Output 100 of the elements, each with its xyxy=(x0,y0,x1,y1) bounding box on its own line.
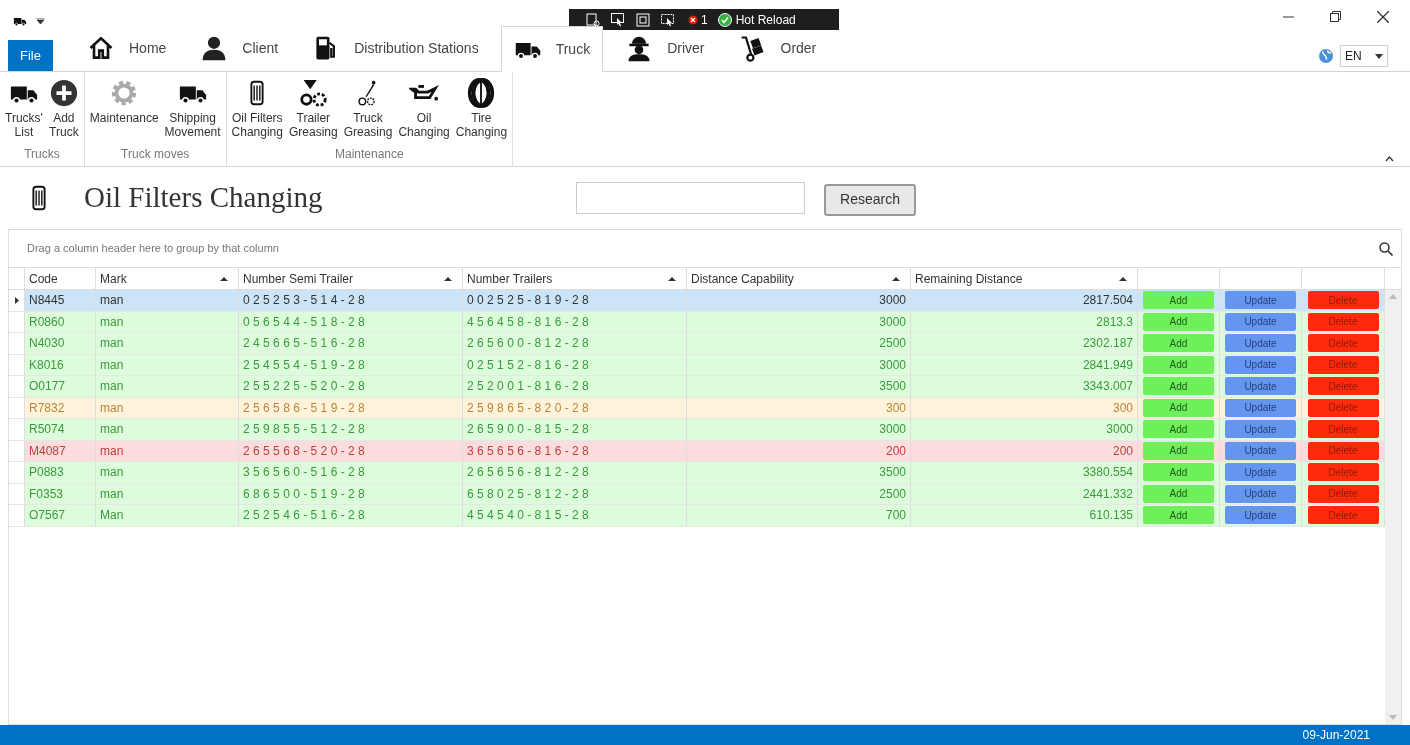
ribbon-button[interactable]: Trucks' List xyxy=(4,78,44,145)
table-cell-text: man xyxy=(100,335,124,353)
table-cell-text: 252546-516-28 xyxy=(243,507,369,525)
row-action-button[interactable]: Update xyxy=(1225,312,1296,331)
ribbon-tab[interactable]: Distribution Stations xyxy=(300,25,491,71)
table-cell-text: 2441.332 xyxy=(1082,485,1133,503)
table-cell-text: 2302.187 xyxy=(1082,335,1133,353)
group-label: Maintenance xyxy=(335,146,404,163)
ribbon-button[interactable]: Shipping Movement xyxy=(163,78,222,145)
ribbon-button[interactable]: Add Truck xyxy=(47,78,80,145)
collapse-icon[interactable] xyxy=(1385,156,1394,162)
table-cell-text: O0177 xyxy=(29,378,66,396)
file-tab[interactable]: File xyxy=(8,40,53,71)
ribbon-button[interactable]: Oil Changing xyxy=(397,78,451,145)
column-header[interactable]: Distance Capability xyxy=(687,268,911,289)
scroll-up-icon[interactable] xyxy=(1389,294,1397,299)
table-row[interactable]: N4030 man 245665-516-28 265600-812-28 2500 2302.187 Add Update Delete xyxy=(9,333,1385,355)
table-cell-text: 610.135 xyxy=(1089,507,1133,525)
ribbon-button[interactable]: Truck Greasing xyxy=(342,78,394,145)
row-action-button[interactable]: Update xyxy=(1225,463,1296,482)
row-action-button[interactable]: Add xyxy=(1143,441,1214,460)
page-title: Oil Filters Changing xyxy=(84,180,324,216)
table-cell-text: 245665-516-28 xyxy=(243,335,369,353)
select-icon xyxy=(660,11,676,28)
row-action-button[interactable]: Update xyxy=(1225,441,1296,460)
column-header[interactable]: Mark xyxy=(96,268,239,289)
research-button[interactable]: Research xyxy=(824,183,916,216)
table-cell-text: man xyxy=(100,399,124,417)
table-cell-text: 252001-816-28 xyxy=(467,378,593,396)
row-action-button[interactable]: Add xyxy=(1143,506,1214,525)
table-cell-text: 265656-812-28 xyxy=(467,464,593,482)
row-action-button[interactable]: Add xyxy=(1143,398,1214,417)
row-action-button[interactable]: Update xyxy=(1225,506,1296,525)
table-row[interactable]: O0177 man 255225-520-28 252001-816-28 3500 3343.007 Add Update Delete xyxy=(9,376,1385,398)
scrollbar[interactable] xyxy=(1385,290,1401,724)
tire-icon xyxy=(466,78,497,108)
cursor-icon xyxy=(610,11,626,28)
ribbon-tab[interactable]: Home xyxy=(75,25,179,71)
table-cell-text: 2500 xyxy=(879,335,906,353)
column-header[interactable]: Number Semi Trailer xyxy=(239,268,463,289)
table-cell-text: 025253-514-28 xyxy=(243,292,369,310)
ribbon-button[interactable]: Trailer Greasing xyxy=(287,78,339,145)
row-action-button[interactable]: Add xyxy=(1143,420,1214,439)
table-cell-text: 456458-816-28 xyxy=(467,313,593,331)
row-action-button[interactable]: Update xyxy=(1225,291,1296,310)
table-row[interactable]: O7567 Man 252546-516-28 454540-815-28 700 610.135 Add Update Delete xyxy=(9,505,1385,527)
row-action-button[interactable]: Update xyxy=(1225,355,1296,374)
row-action-button[interactable]: Update xyxy=(1225,398,1296,417)
row-action-button[interactable]: Add xyxy=(1143,355,1214,374)
table-cell-text: 200 xyxy=(885,442,906,460)
table-cell-text: 3000 xyxy=(879,421,906,439)
row-action-button[interactable]: Update xyxy=(1225,334,1296,353)
table-row[interactable]: P0883 man 356560-516-28 265656-812-28 3500 3380.554 Add Update Delete xyxy=(9,462,1385,484)
table-cell-text: man xyxy=(100,442,124,460)
row-action-button[interactable]: Add xyxy=(1143,484,1214,503)
table-cell-text: 3000 xyxy=(879,292,906,310)
dropdown-icon[interactable] xyxy=(36,18,45,24)
column-header[interactable]: Code xyxy=(25,268,96,289)
status-date: 09-Jun-2021 xyxy=(1302,727,1370,744)
table-row[interactable]: R5074 man 259855-512-28 265900-815-28 3000 3000 Add Update Delete xyxy=(9,419,1385,441)
table-row[interactable]: N8445 man 025253-514-28 002525-819-28 3000 2817.504 Add Update Delete xyxy=(9,290,1385,312)
plus-icon xyxy=(48,78,79,108)
table-row[interactable]: F0353 man 686500-519-28 658025-812-28 2500 2441.332 Add Update Delete xyxy=(9,483,1385,505)
table-cell-text: man xyxy=(100,356,124,374)
ribbon-button[interactable]: Tire Changing xyxy=(454,78,509,145)
close-icon xyxy=(1376,10,1389,23)
scroll-down-icon[interactable] xyxy=(1389,715,1397,720)
frame-icon xyxy=(635,11,651,28)
search-icon[interactable] xyxy=(1379,241,1393,256)
table-cell-text: 2817.504 xyxy=(1082,292,1133,310)
ribbon-button[interactable]: Oil Filters Changing xyxy=(230,78,284,145)
table-cell-text: man xyxy=(100,292,124,310)
search-field[interactable] xyxy=(576,182,805,214)
table-row[interactable]: R7832 man 256586-519-28 259865-820-28 300 300 Add Update Delete xyxy=(9,397,1385,419)
table-cell-text: R7832 xyxy=(29,399,65,417)
row-header[interactable] xyxy=(9,290,25,311)
row-action-button[interactable]: Add xyxy=(1143,312,1214,331)
row-action-button[interactable]: Add xyxy=(1143,291,1214,310)
funnel-gears-icon xyxy=(298,78,329,108)
table-row[interactable]: R0860 man 056544-518-28 456458-816-28 3000 2813.3 Add Update Delete xyxy=(9,311,1385,333)
group-panel-hint: Drag a column header here to group by that column xyxy=(27,241,279,257)
language-select[interactable]: EN xyxy=(1340,45,1388,67)
row-action-button[interactable]: Add xyxy=(1143,334,1214,353)
row-action-button[interactable]: Update xyxy=(1225,484,1296,503)
table-cell-text: 2500 xyxy=(879,485,906,503)
row-action-button[interactable]: Add xyxy=(1143,463,1214,482)
column-header[interactable]: Remaining Distance xyxy=(911,268,1138,289)
ribbon-tab[interactable]: Truck xyxy=(500,26,604,72)
ribbon-tab[interactable]: Client xyxy=(188,25,291,71)
table-cell-text: 300 xyxy=(1112,399,1133,417)
table-cell-text: 025152-816-28 xyxy=(467,356,593,374)
home-icon xyxy=(87,34,115,62)
row-action-button[interactable]: Update xyxy=(1225,420,1296,439)
table-row[interactable]: M4087 man 265568-520-28 365656-816-28 200 200 Add Update Delete xyxy=(9,440,1385,462)
group-label: Trucks xyxy=(24,146,60,163)
ribbon-button[interactable]: Maintenance xyxy=(88,78,160,145)
table-row[interactable]: K8016 man 254554-519-28 025152-816-28 3000 2841.949 Add Update Delete xyxy=(9,354,1385,376)
row-action-button[interactable]: Add xyxy=(1143,377,1214,396)
row-action-button[interactable]: Update xyxy=(1225,377,1296,396)
column-header[interactable]: Number Trailers xyxy=(463,268,687,289)
